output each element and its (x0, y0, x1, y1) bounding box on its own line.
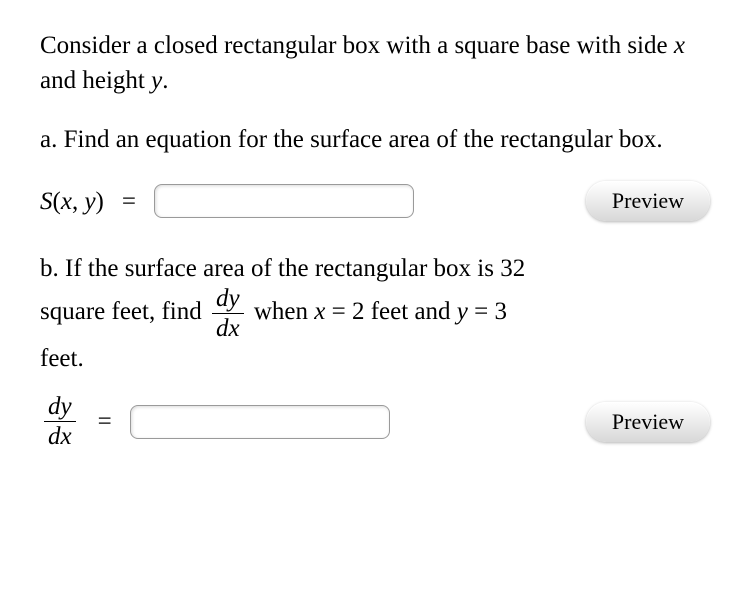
ans-frac-num: dy (44, 394, 76, 422)
part-a-input[interactable] (154, 184, 414, 218)
preview-button-a[interactable]: Preview (586, 181, 710, 221)
intro-text-1: Consider a closed rectangular box with a… (40, 32, 674, 59)
part-a-answer-row: S(x, y) = Preview (40, 181, 710, 221)
intro-text-3: . (162, 67, 168, 94)
when-text: when (248, 298, 315, 325)
paren-open: ( (53, 188, 61, 215)
intro-paragraph: Consider a closed rectangular box with a… (40, 28, 710, 98)
b-eq2: = (468, 298, 495, 325)
dy-dx-fraction: dydx (212, 286, 244, 341)
frac-den: dx (212, 314, 244, 341)
b-line1-pre: b. If the surface area of the rectangula… (40, 255, 500, 282)
part-b-input[interactable] (130, 405, 390, 439)
ans-frac-den: dx (44, 422, 76, 449)
comma: , (72, 188, 85, 215)
s-xy-label: S(x, y) (40, 184, 104, 219)
preview-button-b[interactable]: Preview (586, 402, 710, 442)
part-b-text: b. If the surface area of the rectangula… (40, 251, 710, 376)
equals-sign-a: = (122, 184, 136, 219)
arg-x: x (61, 188, 72, 215)
func-s: S (40, 188, 53, 215)
var-x: x (674, 32, 685, 59)
b-line1-val: 32 (500, 255, 525, 282)
b-x-var: x (314, 298, 325, 325)
b-line2-pre: square feet, find (40, 298, 208, 325)
b-and: and (408, 298, 457, 325)
problem-container: Consider a closed rectangular box with a… (0, 0, 750, 612)
var-y: y (151, 67, 162, 94)
part-a-text: a. Find an equation for the surface area… (40, 122, 710, 157)
b-y-val: 3 (495, 298, 508, 325)
intro-text-2: and height (40, 67, 151, 94)
paren-close: ) (96, 188, 104, 215)
frac-num: dy (212, 286, 244, 314)
equals-sign-b: = (98, 404, 112, 439)
arg-y: y (84, 188, 95, 215)
part-b-answer-row: dy dx = Preview (40, 394, 710, 449)
b-eq1: = (325, 298, 352, 325)
b-x-val: 2 feet (352, 298, 408, 325)
b-line3: feet. (40, 345, 84, 372)
b-y-var: y (457, 298, 468, 325)
answer-dy-dx-fraction: dy dx (44, 394, 76, 449)
